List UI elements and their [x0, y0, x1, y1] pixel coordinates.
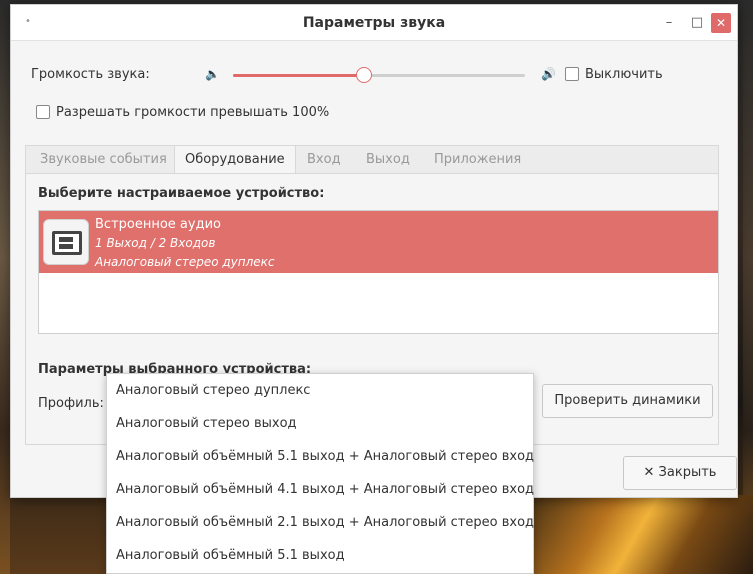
tab-output[interactable]: Выход — [356, 146, 420, 174]
allow-over-100-checkbox-box[interactable] — [36, 105, 50, 119]
minimize-button[interactable]: – — [657, 11, 681, 35]
profile-label: Профиль: — [38, 396, 104, 411]
close-button[interactable]: ✕ Закрыть — [623, 456, 737, 490]
device-name: Встроенное аудио — [95, 217, 221, 232]
profile-option[interactable]: Аналоговый объёмный 4.1 выход + Аналогов… — [107, 473, 534, 506]
profile-option[interactable]: Аналоговый объёмный 5.1 выход — [107, 539, 533, 572]
profile-option[interactable]: Аналоговый стерео дуплекс — [107, 374, 533, 407]
volume-slider-handle[interactable] — [356, 67, 373, 83]
device-list[interactable]: Встроенное аудио 1 Выход / 2 Входов Анал… — [38, 210, 719, 334]
window-title: Параметры звука — [302, 15, 446, 31]
window-close-button[interactable]: ✕ — [711, 13, 731, 33]
speaker-low-icon: 🔈 — [205, 67, 220, 81]
desktop-wallpaper-glow — [520, 495, 753, 574]
tab-input[interactable]: Вход — [297, 146, 351, 174]
tab-hardware[interactable]: Оборудование — [174, 146, 296, 175]
tab-bar: Звуковые события Оборудование Вход Выход… — [25, 145, 719, 175]
allow-over-100-label: Разрешать громкости превышать 100% — [56, 105, 330, 120]
test-speakers-button[interactable]: Проверить динамики — [542, 384, 713, 418]
tab-sound-events[interactable]: Звуковые события — [30, 146, 177, 174]
volume-label: Громкость звука: — [31, 67, 150, 82]
device-io: 1 Выход / 2 Входов — [95, 236, 216, 250]
speaker-high-icon: 🔊 — [541, 67, 556, 81]
choose-device-heading: Выберите настраиваемое устройство: — [38, 186, 325, 201]
titlebar: • Параметры звука – □ ✕ — [11, 5, 737, 41]
profile-option[interactable]: Аналоговый стерео выход — [107, 407, 533, 440]
profile-option[interactable]: Аналоговый объёмный 2.1 выход + Аналогов… — [107, 506, 534, 539]
volume-slider[interactable] — [233, 67, 525, 83]
volume-row: Громкость звука: 🔈 🔊 Выключить — [31, 65, 731, 87]
profile-option[interactable]: Аналоговый объёмный 5.1 выход + Аналогов… — [107, 440, 534, 473]
mute-checkbox-box[interactable] — [565, 67, 579, 81]
sound-card-icon — [43, 219, 89, 265]
allow-over-100-checkbox[interactable]: Разрешать громкости превышать 100% — [36, 105, 329, 120]
profile-dropdown-menu[interactable]: Аналоговый стерео дуплекс Аналоговый сте… — [106, 373, 534, 574]
maximize-button[interactable]: □ — [685, 11, 709, 35]
mute-label: Выключить — [585, 67, 663, 82]
device-profile: Аналоговый стерео дуплекс — [95, 255, 275, 269]
tab-applications[interactable]: Приложения — [424, 146, 531, 174]
volume-slider-fill — [233, 74, 365, 77]
mute-checkbox[interactable]: Выключить — [565, 67, 663, 82]
desktop-wallpaper-right — [743, 0, 753, 574]
device-row-builtin-audio[interactable]: Встроенное аудио 1 Выход / 2 Входов Анал… — [39, 211, 718, 273]
desktop-wallpaper-left — [0, 0, 10, 574]
